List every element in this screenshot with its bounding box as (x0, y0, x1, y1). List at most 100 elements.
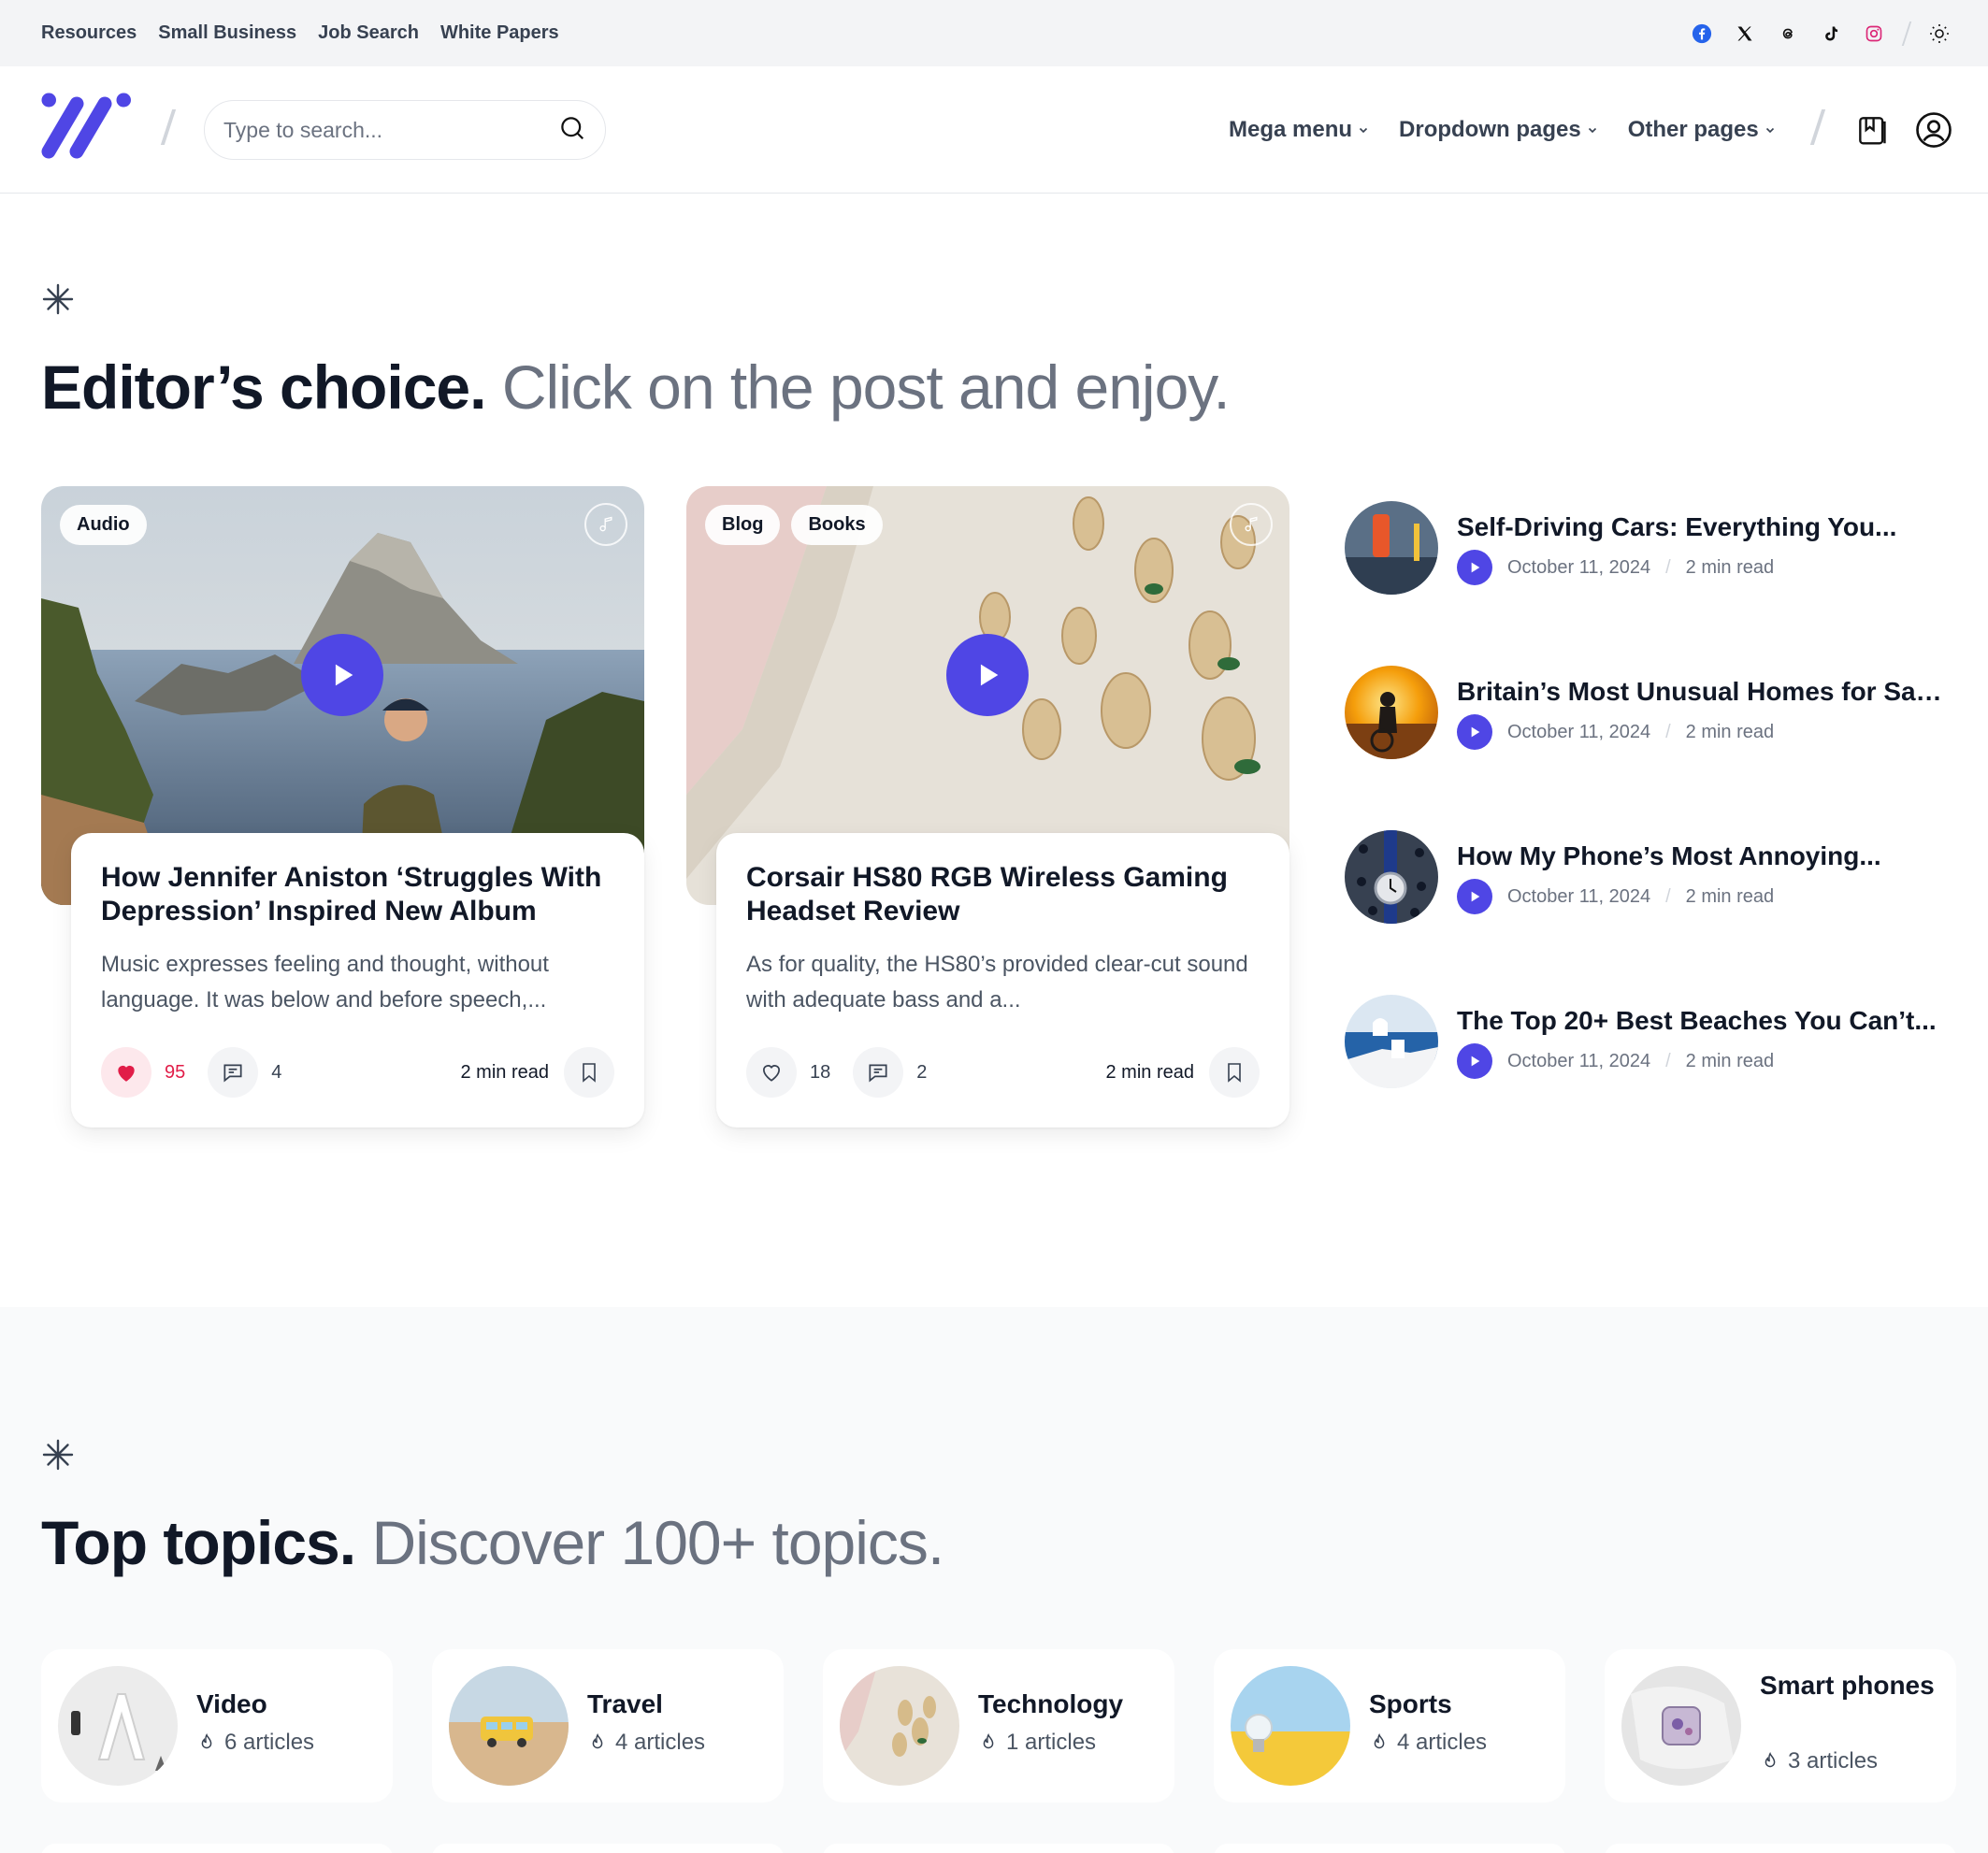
heading-title: Editor’s choice. (41, 352, 486, 422)
post-meta: October 11, 2024 / 2 min read (1457, 550, 1774, 585)
post-title[interactable]: Britain’s Most Unusual Homes for Sal... (1457, 677, 1943, 707)
like-count: 18 (810, 1061, 831, 1083)
post-date: October 11, 2024 (1507, 1050, 1651, 1071)
top-link-resources[interactable]: Resources (41, 22, 137, 44)
side-post[interactable]: Self-Driving Cars: Everything You... Oct… (1345, 501, 1943, 595)
like-button[interactable]: 18 (746, 1047, 830, 1098)
play-button[interactable] (301, 634, 383, 716)
asterisk-icon (41, 1438, 75, 1472)
post-title[interactable]: Corsair HS80 RGB Wireless Gaming Headset… (746, 861, 1260, 928)
play-button[interactable] (1457, 879, 1492, 914)
post-excerpt: As for quality, the HS80’s provided clea… (746, 952, 1248, 1013)
topics-heading: Top topics. Discover 100+ topics. (41, 1507, 944, 1578)
topic-count-label: 4 articles (615, 1730, 706, 1755)
comment-icon (853, 1047, 904, 1098)
post-thumbnail[interactable] (1345, 830, 1438, 924)
editors-heading: Editor’s choice. Click on the post and e… (41, 352, 1231, 423)
flame-icon (592, 1732, 603, 1749)
comment-button[interactable]: 4 (208, 1047, 281, 1098)
topic-card[interactable]: Smart phones 3 articles (1605, 1649, 1956, 1803)
side-post[interactable]: How My Phone’s Most Annoying... October … (1345, 830, 1943, 924)
topic-count: 4 articles (1369, 1730, 1487, 1756)
badge-list: Audio (60, 505, 147, 545)
side-post[interactable]: The Top 20+ Best Beaches You Can’t... Oc… (1345, 995, 1943, 1088)
post-date: October 11, 2024 (1507, 556, 1651, 578)
user-icon[interactable] (1913, 109, 1954, 151)
play-button[interactable] (1457, 714, 1492, 750)
play-button[interactable] (946, 634, 1029, 716)
top-link-white-papers[interactable]: White Papers (440, 22, 559, 44)
chevron-down-icon (1588, 127, 1596, 134)
search-box[interactable] (204, 100, 606, 160)
post-title[interactable]: The Top 20+ Best Beaches You Can’t... (1457, 1006, 1943, 1036)
divider (160, 109, 177, 145)
x-icon[interactable] (1734, 22, 1756, 45)
topic-name: Technology (978, 1689, 1124, 1718)
chevron-down-icon (1765, 127, 1774, 134)
nav-dropdown-pages[interactable]: Dropdown pages (1399, 117, 1598, 143)
category-badge[interactable]: Blog (705, 505, 781, 545)
bookmark-icon[interactable] (1209, 1047, 1260, 1098)
post-card-body: How Jennifer Aniston ‘Struggles With Dep… (71, 833, 644, 1128)
nav-label: Dropdown pages (1399, 117, 1581, 142)
topic-name: Video (196, 1689, 267, 1718)
play-icon (1471, 891, 1480, 902)
side-post[interactable]: Britain’s Most Unusual Homes for Sal... … (1345, 666, 1943, 759)
top-link-job-search[interactable]: Job Search (318, 22, 419, 44)
topic-card[interactable]: Video 6 articles (41, 1649, 393, 1803)
logo[interactable] (39, 93, 133, 162)
post-meta: October 11, 2024 / 2 min read (1457, 714, 1774, 750)
threads-icon[interactable] (1777, 22, 1799, 45)
like-button[interactable]: 95 (101, 1047, 185, 1098)
heading-title: Top topics. (41, 1508, 356, 1577)
topic-count: 6 articles (196, 1730, 314, 1756)
tiktok-icon[interactable] (1820, 22, 1842, 45)
post-title[interactable]: How My Phone’s Most Annoying... (1457, 841, 1943, 871)
topic-card (823, 1844, 1174, 1853)
play-button[interactable] (1457, 550, 1492, 585)
top-links: Resources Small Business Job Search Whit… (41, 0, 559, 66)
comment-count: 2 (916, 1061, 928, 1083)
heart-icon (746, 1047, 797, 1098)
topic-card (1605, 1844, 1956, 1853)
category-badge[interactable]: Books (791, 505, 883, 545)
bookmarks-icon[interactable] (1851, 109, 1893, 151)
search-icon[interactable] (558, 114, 586, 147)
post-thumbnail[interactable] (1345, 501, 1438, 595)
post-thumbnail[interactable] (1345, 995, 1438, 1088)
category-badge[interactable]: Audio (60, 505, 147, 545)
divider: / (1665, 721, 1671, 742)
nav-mega-menu[interactable]: Mega menu (1229, 117, 1369, 143)
topic-card[interactable]: Sports 4 articles (1214, 1649, 1565, 1803)
bookmark-icon[interactable] (564, 1047, 614, 1098)
topic-count-label: 4 articles (1397, 1730, 1488, 1755)
top-link-small-business[interactable]: Small Business (158, 22, 296, 44)
instagram-icon[interactable] (1863, 22, 1885, 45)
read-time: 2 min read (1685, 721, 1775, 742)
read-time: 2 min read (1685, 1050, 1775, 1071)
main-nav: Mega menu Dropdown pages Other pages (1229, 66, 1776, 194)
music-note-icon[interactable] (584, 503, 627, 546)
topic-card[interactable]: Travel 4 articles (432, 1649, 784, 1803)
post-meta: October 11, 2024 / 2 min read (1457, 1043, 1774, 1079)
chevron-down-icon (1359, 127, 1368, 134)
nav-other-pages[interactable]: Other pages (1628, 117, 1776, 143)
heading-subtitle: Click on the post and enjoy. (501, 352, 1231, 422)
post-title[interactable]: How Jennifer Aniston ‘Struggles With Dep… (101, 861, 614, 928)
play-button[interactable] (1457, 1043, 1492, 1079)
flame-icon (1374, 1732, 1385, 1749)
topic-count: 1 articles (978, 1730, 1096, 1756)
topic-count: 3 articles (1760, 1748, 1878, 1774)
post-meta: 95 4 2 min read (101, 1047, 614, 1098)
search-input[interactable] (223, 117, 558, 143)
topic-card[interactable]: Technology 1 articles (823, 1649, 1174, 1803)
flame-icon (983, 1732, 994, 1749)
facebook-icon[interactable] (1691, 22, 1713, 45)
post-thumbnail[interactable] (1345, 666, 1438, 759)
comment-button[interactable]: 2 (853, 1047, 927, 1098)
sun-icon[interactable] (1928, 22, 1951, 45)
post-title[interactable]: Self-Driving Cars: Everything You... (1457, 512, 1943, 542)
music-note-icon[interactable] (1230, 503, 1273, 546)
topic-thumbnail (840, 1666, 959, 1786)
post-meta: 18 2 2 min read (746, 1047, 1260, 1098)
